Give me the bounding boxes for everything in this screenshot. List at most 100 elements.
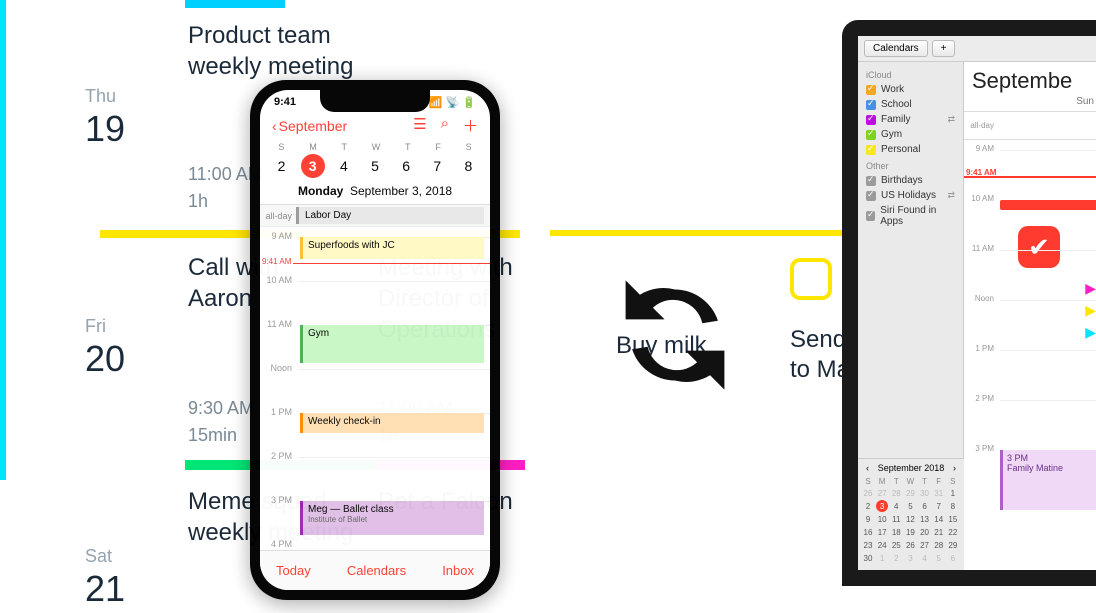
minical-day[interactable]: 19: [904, 526, 916, 538]
minical-day[interactable]: 28: [890, 487, 902, 499]
mac-timeline[interactable]: 9 AM 9:41 AM 10 AM ✔ 11 AM ▶ Noon: [964, 140, 1096, 540]
day-label-fri: Fri: [85, 316, 106, 337]
minical-day[interactable]: 20: [919, 526, 931, 538]
calendar-color-checkbox[interactable]: [866, 85, 876, 95]
minical-day[interactable]: 25: [890, 539, 902, 551]
sidebar-calendar-item[interactable]: Family⇄: [858, 112, 963, 127]
minical-day[interactable]: 1: [876, 552, 888, 564]
minical-day[interactable]: 27: [919, 539, 931, 551]
minical-day[interactable]: 4: [919, 552, 931, 564]
minical-day[interactable]: 16: [862, 526, 874, 538]
minical-day[interactable]: 29: [947, 539, 959, 551]
minical-dow: S: [947, 475, 959, 487]
date-cell[interactable]: 2: [270, 154, 294, 178]
task-checkbox-only[interactable]: [790, 258, 832, 300]
minical-day[interactable]: 13: [919, 513, 931, 525]
mac-main: Septembe Sun all-day 9 AM 9:41 AM 10 AM …: [964, 62, 1096, 570]
minical-day[interactable]: 30: [862, 552, 874, 564]
all-day-event[interactable]: Labor Day: [296, 207, 484, 224]
minical-day[interactable]: 1: [947, 487, 959, 499]
minical-prev[interactable]: ‹: [866, 463, 869, 473]
calendar-name: US Holidays: [881, 190, 936, 201]
minical-day[interactable]: 24: [876, 539, 888, 551]
event-gym[interactable]: Gym: [300, 325, 484, 363]
minical-day[interactable]: 8: [947, 500, 959, 512]
date-cell[interactable]: 6: [394, 154, 418, 178]
event-product-meeting[interactable]: Product team weekly meeting: [188, 20, 358, 82]
sidebar-group-icloud: iCloud: [858, 66, 963, 82]
minical-day[interactable]: 6: [947, 552, 959, 564]
minical-day[interactable]: 26: [904, 539, 916, 551]
date-cell[interactable]: 4: [332, 154, 356, 178]
sidebar-calendar-item[interactable]: Personal: [858, 142, 963, 157]
minical-day[interactable]: 15: [947, 513, 959, 525]
minical-day[interactable]: 3: [876, 500, 888, 512]
now-label: 9:41 AM: [966, 168, 996, 177]
minical-day[interactable]: 5: [933, 552, 945, 564]
hour-line: [1000, 350, 1096, 351]
add-event-icon[interactable]: ＋: [463, 115, 478, 136]
minical-dow: F: [933, 475, 945, 487]
minical-day[interactable]: 5: [904, 500, 916, 512]
minical-day[interactable]: 2: [862, 500, 874, 512]
calendars-button[interactable]: Calendars: [347, 563, 406, 578]
minical-day[interactable]: 7: [933, 500, 945, 512]
mac-event-family[interactable]: 3 PM Family Matine: [1000, 450, 1096, 510]
minical-day[interactable]: 31: [933, 487, 945, 499]
minical-day[interactable]: 4: [890, 500, 902, 512]
calendar-color-checkbox[interactable]: [866, 191, 876, 201]
minical-day[interactable]: 9: [862, 513, 874, 525]
back-button[interactable]: ‹ September: [272, 118, 347, 134]
inbox-button[interactable]: Inbox: [442, 563, 474, 578]
sidebar-calendar-item[interactable]: Gym: [858, 127, 963, 142]
minical-day[interactable]: 30: [919, 487, 931, 499]
today-button[interactable]: Today: [276, 563, 311, 578]
minical-day[interactable]: 11: [890, 513, 902, 525]
event-weekly-checkin[interactable]: Weekly check-in: [300, 413, 484, 433]
calendar-color-checkbox[interactable]: [866, 176, 876, 186]
add-calendar-button[interactable]: +: [932, 40, 956, 57]
task-checkbox[interactable]: [790, 258, 832, 300]
date-cell[interactable]: 8: [456, 154, 480, 178]
minical-day[interactable]: 21: [933, 526, 945, 538]
calendar-color-checkbox[interactable]: [866, 130, 876, 140]
sidebar-calendar-item[interactable]: Work: [858, 82, 963, 97]
minical-day[interactable]: 27: [876, 487, 888, 499]
sidebar-calendar-item[interactable]: Siri Found in Apps: [858, 203, 963, 229]
minical-day[interactable]: 23: [862, 539, 874, 551]
calendars-toolbar-button[interactable]: Calendars: [864, 40, 928, 57]
calendar-color-checkbox[interactable]: [866, 211, 875, 221]
minical-day[interactable]: 14: [933, 513, 945, 525]
day-timeline[interactable]: 9 AM Superfoods with JC 9:41 AM 10 AM 11…: [260, 227, 490, 547]
hour-line: [1000, 300, 1096, 301]
mini-calendar[interactable]: ‹ September 2018 › SMTWTFS 2627282930311…: [858, 458, 964, 570]
minical-day[interactable]: 12: [904, 513, 916, 525]
date-cell[interactable]: 5: [363, 154, 387, 178]
sidebar-calendar-item[interactable]: US Holidays⇄: [858, 188, 963, 203]
sidebar-calendar-item[interactable]: Birthdays: [858, 173, 963, 188]
calendar-color-checkbox[interactable]: [866, 115, 876, 125]
minical-day[interactable]: 3: [904, 552, 916, 564]
minical-day[interactable]: 2: [890, 552, 902, 564]
dow: S: [278, 142, 284, 152]
minical-day[interactable]: 28: [933, 539, 945, 551]
sidebar-calendar-item[interactable]: School: [858, 97, 963, 112]
date-cell[interactable]: 7: [425, 154, 449, 178]
minical-day[interactable]: 18: [890, 526, 902, 538]
event-ballet[interactable]: Meg — Ballet class Institute of Ballet: [300, 501, 484, 535]
calendar-color-checkbox[interactable]: [866, 100, 876, 110]
minical-day[interactable]: 6: [919, 500, 931, 512]
calendar-color-checkbox[interactable]: [866, 145, 876, 155]
minical-next[interactable]: ›: [953, 463, 956, 473]
date-cell-selected[interactable]: 3: [301, 154, 325, 178]
list-view-icon[interactable]: ☰: [413, 115, 426, 136]
minical-day[interactable]: 29: [904, 487, 916, 499]
minical-day[interactable]: 17: [876, 526, 888, 538]
minical-day[interactable]: 10: [876, 513, 888, 525]
minical-day[interactable]: 26: [862, 487, 874, 499]
iphone-frame: 9:41 📶 📡 🔋 ‹ September ☰ ⌕ ＋ S M T W T F…: [250, 80, 500, 600]
minical-day[interactable]: 22: [947, 526, 959, 538]
event-superfoods[interactable]: Superfoods with JC: [300, 237, 484, 259]
mac-red-event-bar[interactable]: [1000, 200, 1096, 210]
search-icon[interactable]: ⌕: [441, 115, 449, 136]
